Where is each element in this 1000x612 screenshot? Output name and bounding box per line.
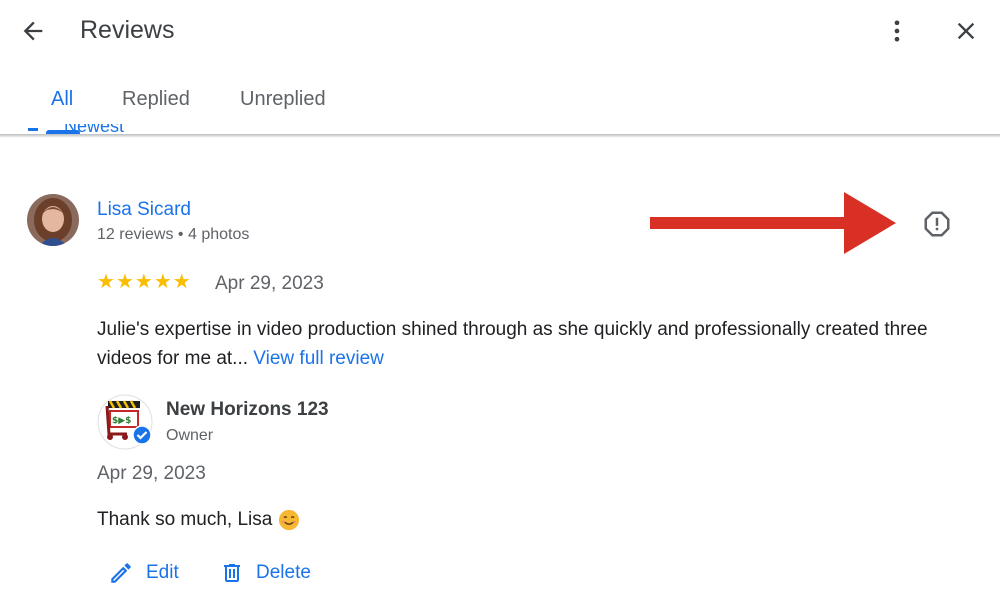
reviewer-avatar[interactable] bbox=[27, 194, 79, 246]
tab-bar-shadow bbox=[0, 134, 1000, 138]
review-text: Julie's expertise in video production sh… bbox=[97, 315, 977, 373]
reply-body: Thank so much, Lisa bbox=[97, 509, 273, 530]
star-icon: ★ bbox=[115, 271, 134, 293]
more-options-button[interactable] bbox=[878, 12, 916, 50]
view-full-review-link[interactable]: View full review bbox=[253, 348, 384, 369]
header-bar: Reviews bbox=[0, 0, 1000, 62]
edit-reply-button[interactable]: Edit bbox=[108, 560, 179, 586]
edit-label: Edit bbox=[146, 562, 179, 583]
back-button[interactable] bbox=[14, 12, 52, 50]
star-icon: ★ bbox=[97, 271, 115, 293]
tab-bar: All Replied Unreplied bbox=[0, 66, 1000, 136]
close-icon bbox=[957, 22, 975, 40]
report-review-button[interactable] bbox=[916, 203, 958, 245]
report-icon bbox=[924, 211, 950, 237]
review-body: Julie's expertise in video production sh… bbox=[97, 319, 928, 369]
owner-role: Owner bbox=[166, 427, 214, 444]
star-icon: ★ bbox=[134, 271, 153, 293]
annotation-arrow bbox=[650, 192, 896, 254]
owner-name: New Horizons 123 bbox=[166, 399, 329, 420]
arrow-back-icon bbox=[23, 21, 43, 41]
svg-text:$▶$: $▶$ bbox=[112, 416, 131, 426]
review-date: Apr 29, 2023 bbox=[215, 273, 324, 294]
delete-reply-button[interactable]: Delete bbox=[220, 560, 311, 586]
star-icon: ★ bbox=[153, 271, 172, 293]
owner-avatar: $▶$ bbox=[97, 394, 153, 450]
delete-label: Delete bbox=[256, 562, 311, 583]
more-vert-icon bbox=[894, 20, 900, 42]
tab-replied[interactable]: Replied bbox=[122, 88, 190, 111]
page-title: Reviews bbox=[80, 16, 175, 44]
reply-text: Thank so much, Lisa bbox=[97, 509, 300, 531]
star-icon: ★ bbox=[172, 271, 191, 293]
reviewer-name-link[interactable]: Lisa Sicard bbox=[97, 199, 191, 221]
reply-date: Apr 29, 2023 bbox=[97, 463, 206, 484]
reviewer-meta: 12 reviews • 4 photos bbox=[97, 226, 250, 243]
star-rating: ★ ★ ★ ★ ★ bbox=[97, 271, 191, 293]
tab-all[interactable]: All bbox=[51, 88, 73, 111]
tab-unreplied[interactable]: Unreplied bbox=[240, 88, 326, 111]
edit-pencil-icon bbox=[111, 563, 131, 583]
smiling-face-emoji bbox=[279, 509, 300, 531]
trash-icon bbox=[224, 564, 240, 582]
close-button[interactable] bbox=[947, 12, 985, 50]
